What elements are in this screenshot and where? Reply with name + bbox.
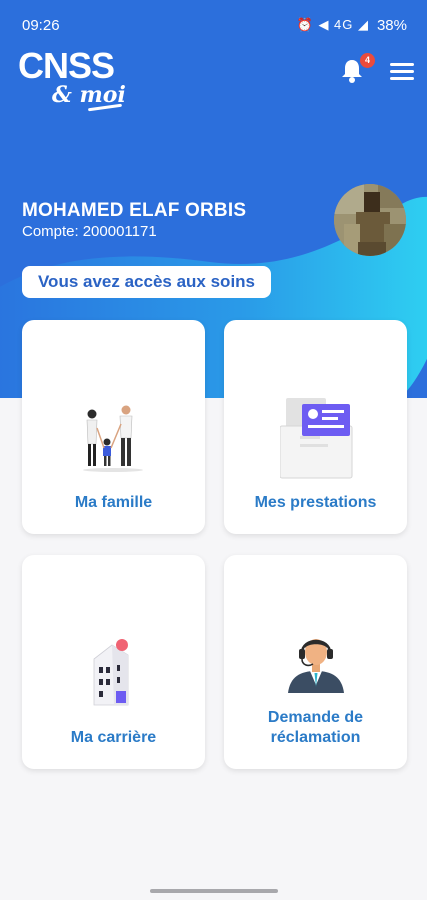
avatar[interactable] bbox=[334, 184, 406, 256]
menu-button[interactable] bbox=[390, 63, 414, 83]
status-icons: ⏰ ◀ 4G ◢ bbox=[296, 17, 369, 32]
account-number: 200001171 bbox=[82, 223, 157, 240]
status-time: 09:26 bbox=[22, 17, 60, 34]
logo-title: CNSS bbox=[18, 45, 115, 86]
account-info: Compte: 200001171 bbox=[22, 223, 157, 240]
card-mes-prestations[interactable]: Mes prestations bbox=[224, 320, 407, 534]
card-ma-carriere[interactable]: Ma carrière bbox=[22, 555, 205, 769]
hamburger-line-icon bbox=[390, 77, 414, 80]
card-demande-reclamation[interactable]: Demande de réclamation bbox=[224, 555, 407, 769]
card-label: Ma famille bbox=[74, 494, 153, 511]
documents-illustration bbox=[280, 398, 353, 479]
card-ma-famille[interactable]: Ma famille bbox=[22, 320, 205, 534]
card-label-line2: réclamation bbox=[270, 729, 361, 746]
building-illustration bbox=[93, 639, 129, 706]
family-illustration bbox=[83, 405, 143, 472]
hamburger-line-icon bbox=[390, 70, 414, 73]
card-label-line1: Demande de bbox=[267, 709, 364, 726]
card-label: Mes prestations bbox=[254, 494, 377, 511]
home-gesture-bar[interactable] bbox=[150, 889, 278, 893]
access-status-badge: Vous avez accès aux soins bbox=[22, 266, 271, 298]
account-label: Compte: bbox=[22, 223, 79, 240]
hamburger-line-icon bbox=[390, 63, 414, 66]
card-label: Ma carrière bbox=[70, 729, 157, 746]
status-bar: 09:26 ⏰ ◀ 4G ◢ 38% bbox=[0, 0, 427, 50]
support-agent-illustration bbox=[288, 639, 344, 693]
user-name: MOHAMED ELAF ORBIS bbox=[22, 200, 247, 221]
battery-level: 38% bbox=[376, 17, 407, 34]
user-photo bbox=[334, 184, 406, 256]
notification-badge: 4 bbox=[360, 53, 375, 68]
app-logo: CNSS & moi bbox=[18, 45, 126, 112]
notifications-button[interactable]: 4 bbox=[340, 53, 375, 88]
